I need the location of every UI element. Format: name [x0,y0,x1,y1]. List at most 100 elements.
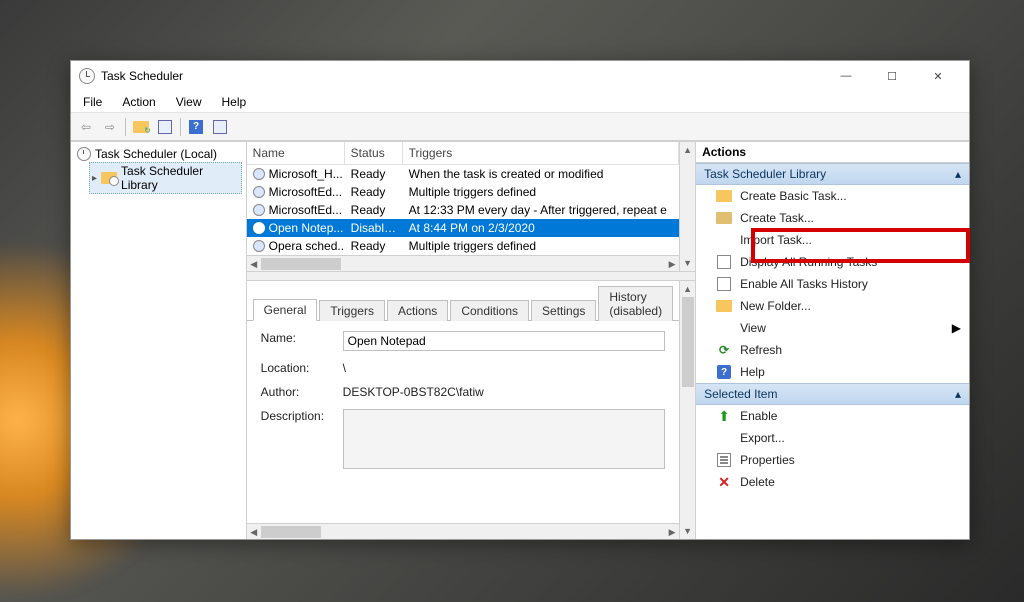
action-delete[interactable]: ✕ Delete [696,471,969,493]
action-create-basic-task[interactable]: Create Basic Task... [696,185,969,207]
task-triggers: Multiple triggers defined [403,184,679,200]
library-folder-icon [101,172,117,184]
horizontal-scrollbar[interactable]: ◀ ▶ [247,255,679,271]
task-list[interactable]: Microsoft_H...ReadyWhen the task is crea… [247,165,679,255]
scroll-up-icon[interactable]: ▲ [680,281,695,297]
scroll-up-icon[interactable]: ▲ [680,142,695,158]
task-name: MicrosoftEd... [269,203,342,217]
maximize-button[interactable]: ☐ [869,61,915,91]
name-label: Name: [261,331,333,345]
col-status[interactable]: Status [345,142,403,164]
window-title: Task Scheduler [101,69,183,83]
properties-action-icon [716,452,732,468]
menu-file[interactable]: File [79,93,106,111]
task-status: Ready [345,184,403,200]
author-label: Author: [261,385,333,399]
tree-library-label: Task Scheduler Library [121,164,239,192]
location-value: \ [343,361,665,375]
general-form: Name: Location: \ Author: DESKTOP-0BST82… [247,321,679,523]
action-enable[interactable]: ⬆ Enable [696,405,969,427]
task-triggers: Multiple triggers defined [403,238,679,254]
delete-icon: ✕ [716,474,732,490]
folder-up-icon [133,121,149,133]
scroll-right-icon[interactable]: ▶ [665,524,679,539]
action-create-task[interactable]: Create Task... [696,207,969,229]
scroll-thumb[interactable] [682,297,694,387]
scroll-thumb[interactable] [261,526,321,538]
task-row[interactable]: Microsoft_H...ReadyWhen the task is crea… [247,165,679,183]
scroll-right-icon[interactable]: ▶ [665,256,679,272]
vertical-scrollbar[interactable]: ▲ ▼ [679,142,695,271]
description-label: Description: [261,409,333,423]
menu-help[interactable]: Help [218,93,251,111]
menu-action[interactable]: Action [118,93,159,111]
detail-vertical-scrollbar[interactable]: ▲ ▼ [679,281,695,539]
col-name[interactable]: Name [247,142,345,164]
action-export[interactable]: Export... [696,427,969,449]
scroll-thumb[interactable] [261,258,341,270]
import-icon [716,232,732,248]
task-row[interactable]: MicrosoftEd...ReadyAt 12:33 PM every day… [247,201,679,219]
action-enable-history[interactable]: Enable All Tasks History [696,273,969,295]
up-folder-button[interactable] [130,116,152,138]
task-row[interactable]: Open Notep...DisabledAt 8:44 PM on 2/3/2… [247,219,679,237]
action-display-running[interactable]: Display All Running Tasks [696,251,969,273]
action-view[interactable]: View ▶ [696,317,969,339]
view-icon [716,320,732,336]
tree-library[interactable]: ▸ Task Scheduler Library [89,162,242,194]
description-field[interactable] [343,409,665,469]
app-icon [79,68,95,84]
scheduler-icon [77,147,91,161]
tab-conditions[interactable]: Conditions [450,300,529,321]
properties-button[interactable] [154,116,176,138]
forward-button[interactable]: ⇨ [99,116,121,138]
actions-header: Actions [696,142,969,163]
task-icon [253,168,265,180]
tab-triggers[interactable]: Triggers [319,300,385,321]
tree-root-label: Task Scheduler (Local) [95,147,217,161]
detail-horizontal-scrollbar[interactable]: ◀ ▶ [247,523,679,539]
create-task-icon [716,210,732,226]
col-triggers[interactable]: Triggers [403,142,679,164]
create-basic-icon [716,188,732,204]
help-action-icon: ? [716,364,732,380]
minimize-button[interactable]: — [823,61,869,91]
task-status: Ready [345,202,403,218]
action-new-folder[interactable]: New Folder... [696,295,969,317]
actions-pane: Actions Task Scheduler Library ▴ Create … [696,142,969,539]
name-field[interactable] [343,331,665,351]
show-action-pane-button[interactable] [209,116,231,138]
action-import-task[interactable]: Import Task... [696,229,969,251]
action-refresh[interactable]: ⟳ Refresh [696,339,969,361]
group-selected-item[interactable]: Selected Item ▴ [696,383,969,405]
enable-icon: ⬆ [716,408,732,424]
tab-actions[interactable]: Actions [387,300,448,321]
group-library-label: Task Scheduler Library [704,167,826,181]
group-library[interactable]: Task Scheduler Library ▴ [696,163,969,185]
submenu-arrow-icon: ▶ [952,321,961,335]
task-triggers: When the task is created or modified [403,166,679,182]
action-properties[interactable]: Properties [696,449,969,471]
scroll-left-icon[interactable]: ◀ [247,256,261,272]
close-button[interactable]: ✕ [915,61,961,91]
properties-icon [158,120,172,134]
task-status: Ready [345,166,403,182]
scroll-left-icon[interactable]: ◀ [247,524,261,539]
scroll-down-icon[interactable]: ▼ [680,523,695,539]
task-icon [253,204,265,216]
refresh-icon: ⟳ [716,342,732,358]
tab-history[interactable]: History (disabled) [598,286,673,321]
scroll-down-icon[interactable]: ▼ [680,255,695,271]
task-row[interactable]: MicrosoftEd...ReadyMultiple triggers def… [247,183,679,201]
action-help[interactable]: ? Help [696,361,969,383]
tree-root[interactable]: Task Scheduler (Local) [75,146,242,162]
help-button[interactable]: ? [185,116,207,138]
back-button[interactable]: ⇦ [75,116,97,138]
tab-settings[interactable]: Settings [531,300,596,321]
tab-general[interactable]: General [253,299,318,321]
task-triggers: At 8:44 PM on 2/3/2020 [403,220,679,236]
menu-view[interactable]: View [172,93,206,111]
task-row[interactable]: Opera sched...ReadyMultiple triggers def… [247,237,679,255]
task-icon [253,186,265,198]
location-label: Location: [261,361,333,375]
